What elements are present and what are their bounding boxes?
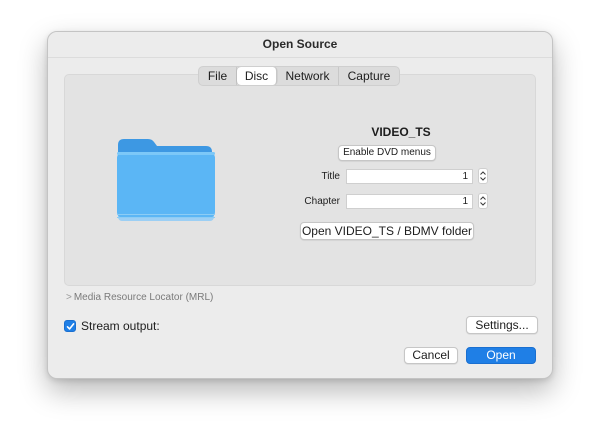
mrl-label: Media Resource Locator (MRL) — [73, 292, 214, 303]
stream-output-checkbox[interactable] — [64, 320, 76, 332]
chapter-field[interactable]: 1 — [346, 194, 473, 209]
open-source-dialog: Open Source File Disc Network Capture VI… — [47, 31, 553, 379]
chapter-stepper[interactable] — [478, 193, 488, 209]
stream-output-row: Stream output: — [64, 319, 160, 333]
title-bar: Open Source — [48, 32, 552, 58]
open-video-ts-folder-button[interactable]: Open VIDEO_TS / BDMV folder — [300, 222, 474, 240]
cancel-button[interactable]: Cancel — [404, 347, 458, 364]
tab-file[interactable]: File — [199, 67, 237, 85]
mrl-disclosure[interactable]: > Media Resource Locator (MRL) — [66, 292, 213, 303]
stream-output-label: Stream output: — [81, 319, 160, 333]
checkmark-icon — [66, 323, 75, 330]
chevron-right-icon: > — [66, 292, 72, 303]
tab-capture[interactable]: Capture — [339, 67, 399, 85]
window-title: Open Source — [262, 37, 338, 51]
open-button[interactable]: Open — [466, 347, 536, 364]
title-label: Title — [321, 171, 340, 182]
title-stepper[interactable] — [478, 168, 488, 184]
tab-network[interactable]: Network — [277, 67, 339, 85]
chapter-label: Chapter — [304, 196, 340, 207]
tab-disc[interactable]: Disc — [237, 67, 277, 85]
stepper-arrows-icon — [480, 171, 486, 181]
folder-icon — [114, 137, 216, 230]
source-tabs: File Disc Network Capture — [198, 66, 400, 86]
disc-name: VIDEO_TS — [371, 125, 431, 139]
settings-button[interactable]: Settings... — [466, 316, 538, 334]
stepper-arrows-icon — [480, 196, 486, 206]
title-field[interactable]: 1 — [346, 169, 473, 184]
enable-dvd-menus-button[interactable]: Enable DVD menus — [338, 145, 436, 161]
